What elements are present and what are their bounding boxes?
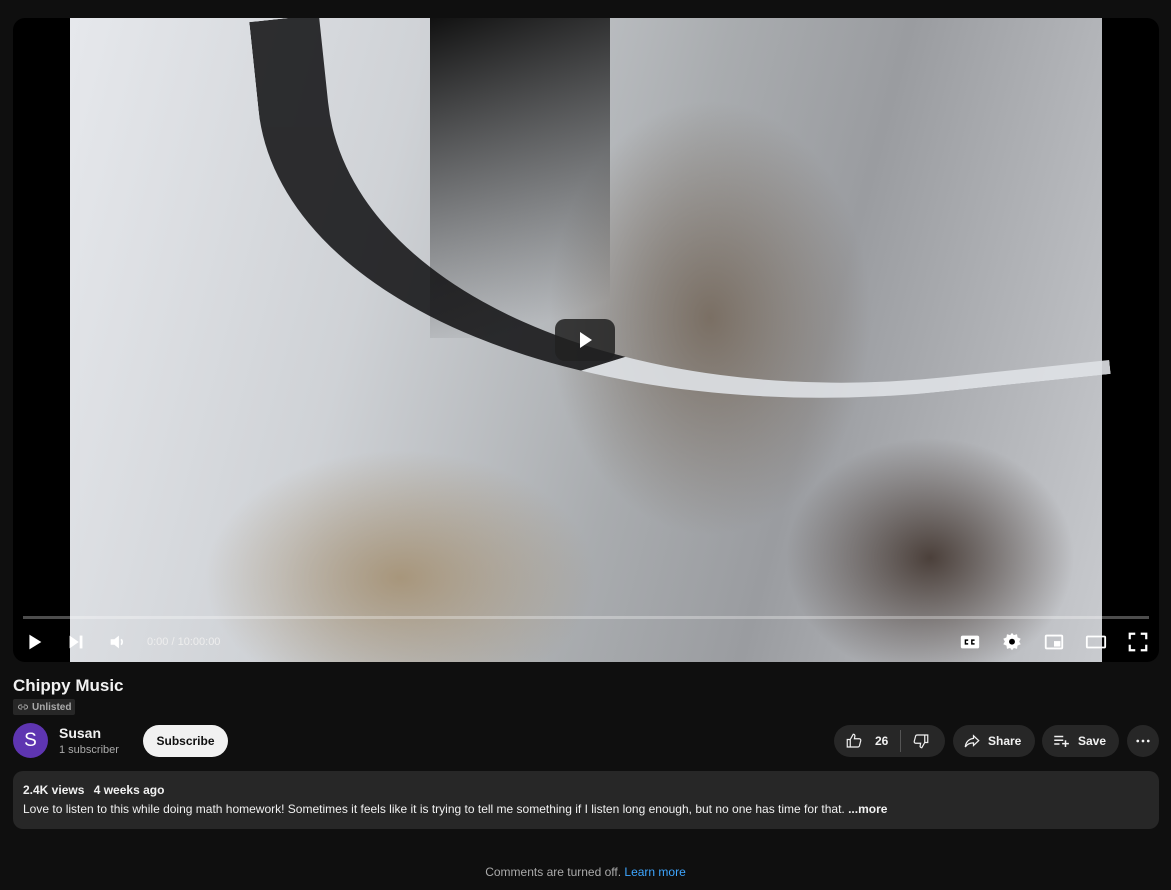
comments-notice-text: Comments are turned off. <box>485 865 622 879</box>
link-icon <box>18 704 28 710</box>
cc-icon <box>960 635 980 649</box>
channel-name[interactable]: Susan <box>59 725 101 741</box>
mute-button[interactable] <box>97 624 139 660</box>
player-controls-right <box>949 624 1159 660</box>
share-icon <box>964 734 980 748</box>
thumbs-down-icon <box>913 734 929 749</box>
settings-icon <box>1003 632 1021 651</box>
video-player[interactable]: 0:00 / 10:00:00 <box>13 18 1159 662</box>
settings-button[interactable] <box>991 624 1033 660</box>
video-scene-arch <box>249 18 1111 460</box>
miniplayer-button[interactable] <box>1033 624 1075 660</box>
visibility-label: Unlisted <box>32 701 72 713</box>
miniplayer-icon <box>1044 634 1064 650</box>
thumbs-up-icon <box>846 733 862 748</box>
comments-disabled-notice: Comments are turned off. Learn more <box>0 865 1171 879</box>
play-icon <box>29 634 42 650</box>
dislike-button[interactable] <box>901 725 930 757</box>
player-controls: 0:00 / 10:00:00 <box>13 624 1159 660</box>
description-box[interactable]: 2.4K views 4 weeks ago Love to listen to… <box>13 771 1159 829</box>
large-play-button[interactable] <box>555 319 615 361</box>
avatar-letter: S <box>24 729 37 751</box>
subtitles-button[interactable] <box>949 624 991 660</box>
save-button[interactable]: Save <box>1042 725 1119 757</box>
fullscreen-icon <box>1128 632 1148 652</box>
fullscreen-button[interactable] <box>1117 624 1159 660</box>
play-button[interactable] <box>13 624 55 660</box>
video-scene-shadow <box>430 18 610 338</box>
like-button[interactable]: 26 <box>834 725 900 757</box>
theater-mode-button[interactable] <box>1075 624 1117 660</box>
more-actions-button[interactable] <box>1127 725 1159 757</box>
description-text: Love to listen to this while doing math … <box>23 802 1149 816</box>
current-time: 0:00 <box>147 636 169 648</box>
progress-bar[interactable] <box>23 616 1149 619</box>
time-separator: / <box>171 636 175 648</box>
share-label: Share <box>988 734 1022 748</box>
video-meta: 2.4K views 4 weeks ago <box>23 783 1149 797</box>
visibility-badge: Unlisted <box>13 699 76 715</box>
show-more-link[interactable]: ...more <box>848 802 887 816</box>
subscribe-button[interactable]: Subscribe <box>143 725 228 757</box>
channel-avatar[interactable]: S <box>13 723 48 758</box>
video-title: Chippy Music <box>13 676 124 695</box>
subscriber-count: 1 subscriber <box>59 744 119 756</box>
more-icon <box>1136 739 1150 743</box>
upload-age: 4 weeks ago <box>93 783 165 797</box>
like-count: 26 <box>875 734 889 748</box>
save-label: Save <box>1078 734 1107 748</box>
next-button[interactable] <box>55 624 97 660</box>
play-icon <box>580 332 592 348</box>
description-body: Love to listen to this while doing math … <box>23 802 845 816</box>
theater-icon <box>1085 635 1107 649</box>
next-icon <box>69 635 83 649</box>
duration: 10:00:00 <box>177 636 221 648</box>
view-count: 2.4K views <box>23 783 85 797</box>
learn-more-link[interactable]: Learn more <box>624 865 685 879</box>
volume-icon <box>110 635 123 649</box>
like-dislike-group: 26 <box>834 725 945 757</box>
time-display: 0:00 / 10:00:00 <box>147 636 220 648</box>
playlist-add-icon <box>1054 735 1069 747</box>
share-button[interactable]: Share <box>953 725 1035 757</box>
